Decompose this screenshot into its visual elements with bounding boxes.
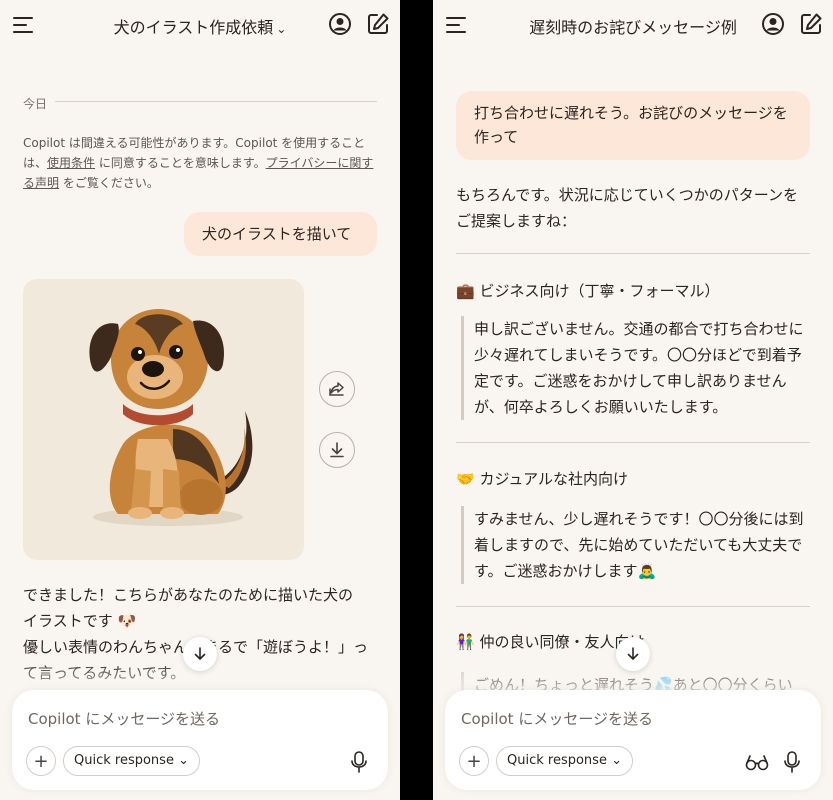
plus-icon: + bbox=[33, 750, 49, 772]
message-input[interactable]: Copilot にメッセージを送る bbox=[28, 708, 220, 729]
message-input[interactable]: Copilot にメッセージを送る bbox=[461, 708, 653, 729]
download-icon bbox=[330, 442, 344, 458]
account-icon[interactable] bbox=[328, 12, 352, 36]
quick-response-dropdown[interactable]: Quick response ⌄ bbox=[496, 746, 633, 776]
chevron-down-icon: ⌄ bbox=[178, 753, 189, 768]
message-composer: Copilot にメッセージを送る + Quick response ⌄ bbox=[445, 690, 821, 790]
microphone-icon[interactable] bbox=[781, 750, 803, 774]
section-heading-casual: 🤝 カジュアルな社内向け bbox=[456, 470, 628, 488]
section-divider bbox=[456, 442, 810, 443]
glasses-icon[interactable] bbox=[745, 752, 769, 772]
top-bar: 犬のイラスト作成依頼 ⌄ bbox=[0, 0, 400, 52]
scroll-to-bottom-button[interactable] bbox=[616, 637, 650, 671]
user-message-bubble: 犬のイラストを描いて bbox=[184, 212, 377, 256]
conversation-title-text: 犬のイラスト作成依頼 bbox=[113, 18, 274, 37]
reply-line: イラストです 🐶 bbox=[23, 612, 137, 630]
disclaimer-part-3: をご覧ください。 bbox=[59, 176, 159, 190]
generated-dog-image[interactable] bbox=[23, 279, 304, 560]
quick-response-dropdown[interactable]: Quick response ⌄ bbox=[63, 746, 200, 776]
date-divider: 今日 bbox=[23, 93, 377, 111]
arrow-down-icon bbox=[627, 647, 639, 660]
disclaimer-part-2: に同意することを意味します。 bbox=[95, 156, 266, 170]
top-bar: 遅刻時のお詫びメッセージ例 bbox=[433, 0, 833, 52]
chevron-down-icon: ⌄ bbox=[276, 22, 287, 36]
add-attachment-button[interactable]: + bbox=[459, 746, 489, 776]
scroll-to-bottom-button[interactable] bbox=[183, 637, 217, 671]
share-button[interactable] bbox=[319, 371, 355, 407]
account-icon[interactable] bbox=[761, 12, 785, 36]
dog-illustration bbox=[89, 309, 253, 526]
left-chat-screen: 犬のイラスト作成依頼 ⌄ 今日 Copilot は間違える可能性があります。Cop… bbox=[0, 0, 400, 800]
microphone-icon[interactable] bbox=[348, 750, 370, 774]
assistant-reply-intro: もちろんです。状況に応じていくつかのパターンをご提案しますね： bbox=[456, 186, 799, 230]
download-button[interactable] bbox=[319, 432, 355, 468]
add-attachment-button[interactable]: + bbox=[26, 746, 56, 776]
right-chat-screen: 遅刻時のお詫びメッセージ例 打ち合わせに遅れそう。お詫びのメッセージを作って も… bbox=[433, 0, 833, 800]
date-label: 今日 bbox=[23, 97, 56, 111]
share-icon bbox=[329, 382, 344, 396]
divider-line bbox=[23, 101, 377, 102]
user-message-text: 打ち合わせに遅れそう。お詫びのメッセージを作って bbox=[474, 104, 788, 146]
new-chat-icon[interactable] bbox=[799, 12, 823, 36]
new-chat-icon[interactable] bbox=[366, 12, 390, 36]
arrow-down-icon bbox=[194, 647, 206, 660]
message-composer: Copilot にメッセージを送る + Quick response ⌄ bbox=[12, 690, 388, 790]
reply-line: できました！こちらがあなたのために描いた犬の bbox=[23, 586, 354, 604]
chevron-down-icon: ⌄ bbox=[611, 753, 622, 768]
user-message-bubble: 打ち合わせに遅れそう。お詫びのメッセージを作って bbox=[456, 91, 810, 160]
terms-link[interactable]: 使用条件 bbox=[47, 156, 95, 170]
disclaimer-text: Copilot は間違える可能性があります。Copilot を使用することは、使… bbox=[23, 133, 379, 193]
user-message-text: 犬のイラストを描いて bbox=[202, 225, 352, 243]
section-divider bbox=[456, 606, 810, 607]
quick-response-label: Quick response bbox=[507, 753, 607, 768]
section-divider bbox=[456, 253, 810, 254]
quote-casual: すみません、少し遅れそうです！〇〇分後には到着しますので、先に始めていただいても… bbox=[461, 506, 811, 584]
plus-icon: + bbox=[466, 750, 482, 772]
section-heading-business: 💼 ビジネス向け（丁寧・フォーマル） bbox=[456, 282, 720, 300]
quote-business: 申し訳ございません。交通の都合で打ち合わせに少々遅れてしまいそうです。〇〇分ほど… bbox=[461, 316, 811, 420]
quick-response-label: Quick response bbox=[74, 753, 174, 768]
conversation-title-text: 遅刻時のお詫びメッセージ例 bbox=[529, 18, 737, 37]
